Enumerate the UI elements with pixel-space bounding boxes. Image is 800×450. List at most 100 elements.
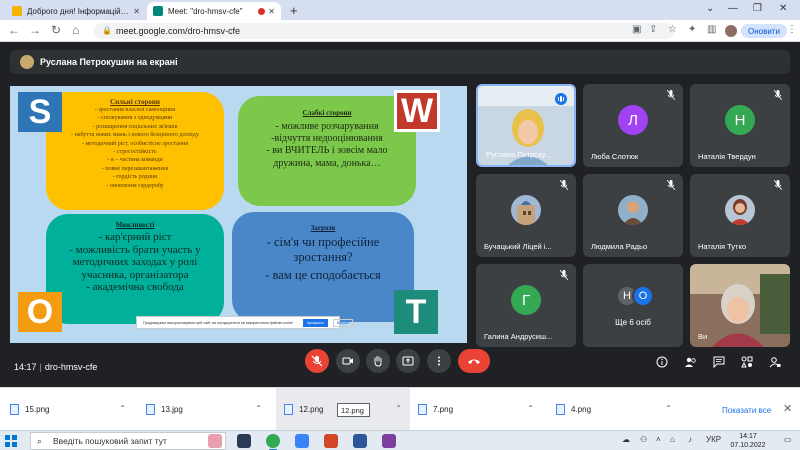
present-button[interactable]	[396, 349, 420, 373]
close-tab-icon[interactable]: ✕	[268, 7, 275, 16]
tab-info-platform[interactable]: Доброго дня! Інформаційна пл... ✕	[6, 2, 146, 20]
people-button[interactable]	[683, 355, 697, 369]
more-vert-icon	[438, 356, 440, 366]
file-icon	[146, 404, 155, 415]
download-item[interactable]: 13.jpg ⌃	[146, 388, 270, 431]
strengths-line: - спілкування з однодумцями	[97, 115, 173, 122]
activities-button[interactable]	[740, 355, 754, 369]
reload-icon[interactable]: ↻	[51, 23, 61, 37]
home-icon[interactable]: ⌂	[72, 23, 79, 37]
download-filename: 12.png	[299, 405, 324, 414]
download-item[interactable]: 15.png ⌃	[10, 388, 134, 431]
network-icon[interactable]: ⌂	[670, 435, 675, 444]
more-participants-tile[interactable]: Н О Ще 6 осіб	[583, 264, 683, 347]
viber-icon[interactable]	[382, 434, 396, 448]
file-icon	[556, 404, 565, 415]
chevron-up-icon[interactable]: ⌃	[665, 404, 672, 413]
participant-tile-self[interactable]: Ви	[690, 264, 790, 347]
mic-muted-icon	[560, 180, 568, 190]
close-window-icon[interactable]: ✕	[779, 3, 787, 14]
powerpoint-icon[interactable]	[324, 434, 338, 448]
mic-muted-icon	[667, 180, 675, 190]
minimize-icon[interactable]: —	[728, 3, 738, 14]
edge-icon[interactable]	[295, 434, 309, 448]
shared-screen-slide: Сильні сторони - зростання власної самоо…	[10, 86, 467, 343]
close-tab-icon[interactable]: ✕	[133, 7, 140, 16]
weather-icon[interactable]: ☁	[622, 435, 630, 444]
camera-icon[interactable]: ▣	[632, 24, 641, 35]
participant-tile[interactable]: Людмила Радьо	[583, 174, 683, 257]
rename-field[interactable]: 12.png	[337, 403, 370, 417]
host-controls-button[interactable]	[768, 355, 782, 369]
meeting-time: 14:17	[14, 362, 37, 372]
participant-tile[interactable]: Л Люба Слотюк	[583, 84, 683, 167]
word-icon[interactable]	[353, 434, 367, 448]
more-options-button[interactable]	[427, 349, 451, 373]
back-icon[interactable]: ←	[8, 23, 20, 37]
chevron-up-icon[interactable]: ⌃	[395, 404, 402, 413]
strengths-line: - стресостійкість	[113, 149, 157, 156]
info-icon	[656, 356, 668, 368]
participant-avatar-letter: Л	[618, 105, 648, 135]
share-icon[interactable]: ⇪	[649, 24, 657, 35]
participant-tile[interactable]: Бучацький Ліцей і...	[476, 174, 576, 257]
chevron-up-icon[interactable]: ⌃	[119, 404, 126, 413]
clock-time: 14:17	[739, 433, 757, 440]
participant-avatar-letter: Н	[725, 105, 755, 135]
chevron-down-icon[interactable]: ⌄	[706, 3, 714, 14]
volume-icon[interactable]: ♪	[688, 435, 692, 444]
chevron-up-icon[interactable]: ⌃	[527, 404, 534, 413]
download-filename: 15.png	[25, 405, 50, 414]
sidebar-icon[interactable]: ▥	[707, 24, 716, 35]
meet-area: Руслана Петрокушин на екрані Сильні стор…	[0, 42, 800, 404]
menu-dots-icon[interactable]: ⋮	[787, 24, 797, 35]
update-button[interactable]: Оновити	[741, 24, 787, 38]
weaknesses-block: Слабкі сторони - можливе розчарування -в…	[238, 96, 416, 206]
participant-tile-presenter[interactable]: Руслана Петроку...	[476, 84, 576, 167]
address-bar[interactable]: 🔒 meet.google.com/dro-hmsv-cfe	[94, 23, 674, 39]
participant-tile[interactable]: Наталія Тутко	[690, 174, 790, 257]
participant-tile[interactable]: Г Галина Андрусиш...	[476, 264, 576, 347]
star-icon[interactable]: ☆	[668, 24, 677, 35]
show-all-downloads-button[interactable]: Показати все	[718, 403, 775, 417]
windows-start-icon[interactable]	[5, 435, 17, 447]
chrome-icon[interactable]	[266, 434, 280, 450]
meeting-details-button[interactable]	[655, 355, 669, 369]
taskbar-clock[interactable]: 14:17 07.10.2022	[728, 432, 768, 450]
camera-toggle-button[interactable]	[336, 349, 360, 373]
forward-icon[interactable]: →	[29, 23, 41, 37]
strengths-line: - я – частина команди	[107, 157, 163, 164]
profile-avatar[interactable]	[725, 25, 737, 37]
chevron-up-icon[interactable]: ⌃	[255, 404, 262, 413]
notifications-icon[interactable]: ▭	[784, 435, 792, 444]
task-view-icon[interactable]	[237, 434, 251, 448]
leave-call-button[interactable]	[458, 349, 490, 373]
file-icon	[418, 404, 427, 415]
participant-name: Людмила Радьо	[591, 242, 648, 251]
meet-favicon	[153, 6, 163, 16]
participant-tile[interactable]: Н Наталія Твердун	[690, 84, 790, 167]
search-highlight-icon[interactable]	[208, 434, 222, 448]
search-icon: ⌕	[37, 436, 43, 446]
maximize-icon[interactable]: ❐	[753, 3, 762, 14]
download-item[interactable]: 4.png ⌃	[556, 388, 680, 431]
chevron-up-icon[interactable]: ˄	[656, 435, 661, 444]
weaknesses-line: дружина, мама, донька…	[273, 157, 381, 169]
taskbar-search-input[interactable]: ⌕ Введіть пошуковий запит тут	[30, 432, 226, 450]
strengths-line: - повне перезавантаження	[101, 165, 169, 172]
mic-toggle-button[interactable]	[305, 349, 329, 373]
end-call-icon	[468, 359, 480, 364]
close-downloads-icon[interactable]: ✕	[783, 402, 792, 415]
language-indicator[interactable]: УКР	[706, 435, 721, 444]
activities-icon	[741, 356, 753, 368]
chat-button[interactable]	[712, 355, 726, 369]
download-item[interactable]: 7.png ⌃	[418, 388, 542, 431]
people-tray-icon[interactable]: ⚇	[640, 435, 647, 444]
tab-meet[interactable]: Meet: "dro-hmsv-cfe" ✕	[147, 2, 281, 20]
strengths-line: - набуття нових знань і нового безцінног…	[71, 132, 199, 139]
mic-off-icon	[311, 355, 323, 367]
new-tab-icon[interactable]: +	[290, 3, 298, 18]
strengths-line: - гордість родини	[112, 174, 158, 181]
extensions-icon[interactable]: ✦	[688, 24, 696, 35]
raise-hand-button[interactable]	[366, 349, 390, 373]
